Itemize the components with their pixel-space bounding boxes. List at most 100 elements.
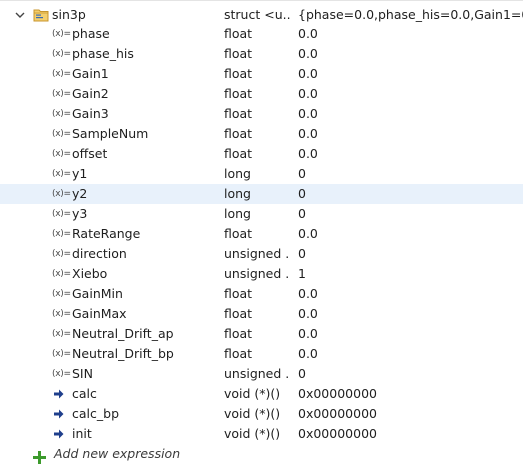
variable-value[interactable]: 0 [298, 204, 523, 224]
variable-value[interactable]: 0.0 [298, 284, 523, 304]
variable-type: void (*)() [224, 386, 281, 401]
variable-name: RateRange [72, 226, 141, 241]
variable-type: float [224, 126, 253, 141]
variable-type: unsigned ... [224, 366, 290, 381]
tree-row[interactable]: (x)= GainMin float 0.0 [0, 284, 523, 304]
variable-value[interactable]: 0 [298, 244, 523, 264]
variable-name: init [72, 426, 92, 441]
variable-value[interactable]: 0x00000000 [298, 404, 523, 424]
variable-type: void (*)() [224, 406, 281, 421]
variable-icon: (x)= [52, 169, 71, 179]
variable-name: Gain3 [72, 106, 109, 121]
variable-name: GainMin [72, 286, 123, 301]
variable-value[interactable]: 0.0 [298, 304, 523, 324]
tree-row[interactable]: (x)= phase float 0.0 [0, 24, 523, 44]
variable-name: direction [72, 246, 127, 261]
variable-icon: (x)= [52, 69, 71, 79]
variable-value[interactable]: 0.0 [298, 344, 523, 364]
function-pointer-icon [54, 389, 64, 399]
tree-row[interactable]: (x)= Neutral_Drift_ap float 0.0 [0, 324, 523, 344]
tree-row[interactable]: (x)= Gain1 float 0.0 [0, 64, 523, 84]
variable-icon: (x)= [52, 29, 71, 39]
tree-row[interactable]: (x)= y1 long 0 [0, 164, 523, 184]
variable-type: float [224, 226, 253, 241]
variable-value[interactable]: 0.0 [298, 124, 523, 144]
variable-type: long [224, 166, 251, 181]
tree-row[interactable]: (x)= direction unsigned ... 0 [0, 244, 523, 264]
function-pointer-icon [54, 429, 64, 439]
variable-type: void (*)() [224, 426, 281, 441]
variable-type: float [224, 326, 253, 341]
variable-value[interactable]: 0.0 [298, 24, 523, 44]
variable-type: float [224, 46, 253, 61]
variable-name: phase_his [72, 46, 134, 61]
variable-name: GainMax [72, 306, 127, 321]
header-divider [0, 0, 523, 1]
variable-icon: (x)= [52, 49, 71, 59]
variable-value[interactable]: 0x00000000 [298, 384, 523, 404]
variable-name: calc_bp [72, 406, 119, 421]
variable-value[interactable]: 0x00000000 [298, 424, 523, 444]
variable-type: float [224, 286, 253, 301]
tree-row[interactable]: (x)= y2 long 0 [0, 184, 523, 204]
variable-name: y2 [72, 186, 88, 201]
variable-icon: (x)= [52, 129, 71, 139]
tree-row[interactable]: (x)= SampleNum float 0.0 [0, 124, 523, 144]
variable-name: y1 [72, 166, 88, 181]
tree-row[interactable]: calc_bp void (*)() 0x00000000 [0, 404, 523, 424]
tree-row[interactable]: (x)= Neutral_Drift_bp float 0.0 [0, 344, 523, 364]
tree-row[interactable]: init void (*)() 0x00000000 [0, 424, 523, 444]
variable-icon: (x)= [52, 209, 71, 219]
variable-value[interactable]: 0 [298, 364, 523, 384]
tree-row[interactable]: (x)= Xiebo unsigned ... 1 [0, 264, 523, 284]
root-type: struct <u... [224, 7, 290, 22]
variable-name: Gain1 [72, 66, 109, 81]
variable-icon: (x)= [52, 109, 71, 119]
variable-value[interactable]: 0.0 [298, 84, 523, 104]
variable-value[interactable]: 1 [298, 264, 523, 284]
variable-name: Gain2 [72, 86, 109, 101]
variable-name: Neutral_Drift_ap [72, 326, 174, 341]
variable-name: Xiebo [72, 266, 108, 281]
variable-type: float [224, 306, 253, 321]
tree-row[interactable]: calc void (*)() 0x00000000 [0, 384, 523, 404]
tree-row[interactable]: (x)= y3 long 0 [0, 204, 523, 224]
variable-value[interactable]: 0 [298, 184, 523, 204]
root-name: sin3p [52, 7, 86, 22]
variable-value[interactable]: 0 [298, 164, 523, 184]
variable-value[interactable]: 0.0 [298, 44, 523, 64]
root-value: {phase=0.0,phase_his=0.0,Gain1=0.0,Ga [298, 7, 523, 22]
chevron-down-icon[interactable] [14, 9, 26, 21]
tree-row[interactable]: (x)= offset float 0.0 [0, 144, 523, 164]
variable-icon: (x)= [52, 269, 71, 279]
variable-type: float [224, 86, 253, 101]
variable-icon: (x)= [52, 149, 71, 159]
tree-row[interactable]: (x)= Gain2 float 0.0 [0, 84, 523, 104]
tree-row[interactable]: (x)= GainMax float 0.0 [0, 304, 523, 324]
struct-folder-icon [33, 9, 49, 22]
add-plus-icon[interactable] [33, 451, 46, 464]
variable-value[interactable]: 0.0 [298, 64, 523, 84]
variable-type: float [224, 26, 253, 41]
variable-value[interactable]: 0.0 [298, 104, 523, 124]
variable-icon: (x)= [52, 329, 71, 339]
add-new-expression-label[interactable]: Add new expression [54, 446, 180, 461]
tree-row[interactable]: (x)= phase_his float 0.0 [0, 44, 523, 64]
variable-value[interactable]: 0.0 [298, 144, 523, 164]
tree-row[interactable]: (x)= RateRange float 0.0 [0, 224, 523, 244]
variable-icon: (x)= [52, 229, 71, 239]
variable-value[interactable]: 0.0 [298, 324, 523, 344]
variable-name: calc [72, 386, 97, 401]
variable-name: SampleNum [72, 126, 149, 141]
tree-row[interactable]: (x)= SIN unsigned ... 0 [0, 364, 523, 384]
variable-name: SIN [72, 366, 93, 381]
variable-type: float [224, 346, 253, 361]
variable-icon: (x)= [52, 89, 71, 99]
tree-row-root[interactable]: sin3p struct <u... {phase=0.0,phase_his=… [0, 5, 523, 25]
add-expression-row[interactable]: Add new expression [0, 445, 523, 465]
variable-type: float [224, 66, 253, 81]
tree-row[interactable]: (x)= Gain3 float 0.0 [0, 104, 523, 124]
variable-icon: (x)= [52, 309, 71, 319]
variable-value[interactable]: 0.0 [298, 224, 523, 244]
variable-name: Neutral_Drift_bp [72, 346, 174, 361]
